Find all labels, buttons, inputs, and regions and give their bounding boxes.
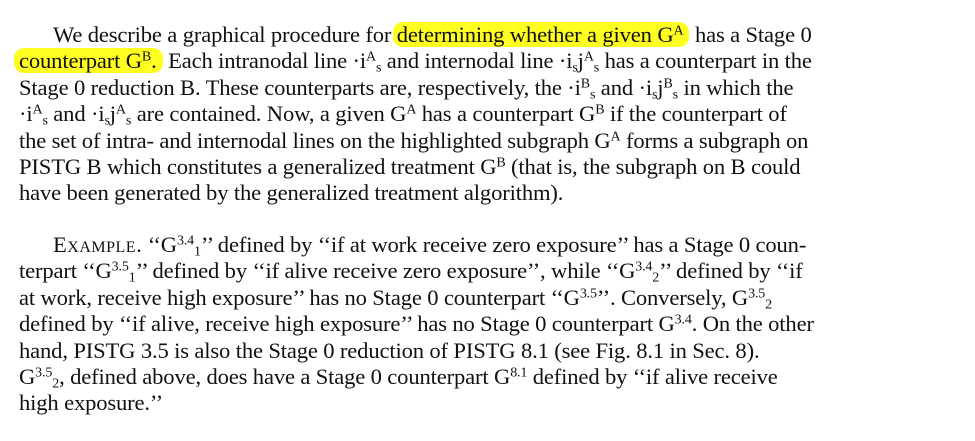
text-run: are contained. Now, a given G [131, 101, 407, 127]
highlighted-text: counterpart GB. [14, 48, 163, 74]
superscript: A [583, 49, 594, 65]
subscript: 1 [194, 244, 201, 260]
text-line: defined by ‘‘if alive, receive high expo… [19, 311, 959, 337]
text-run: in which the [677, 74, 794, 100]
text-line: counterpart GB. Each intranodal line ·iA… [14, 48, 959, 75]
superscript: B [141, 49, 152, 65]
text-run: ’’. Conversely, G [596, 284, 749, 310]
text-run: at work, receive high exposure’’ has no … [19, 284, 580, 310]
superscript: A [32, 102, 43, 118]
text-run: G [19, 364, 36, 390]
text-run: and ·i [595, 74, 652, 100]
text-run: and internodal line ·i [381, 48, 573, 74]
text-run: defined by ‘‘if alive, receive high expo… [19, 311, 675, 337]
text-run: , defined above, does have a Stage 0 cou… [59, 364, 511, 390]
text-line: terpart ‘‘G3.51’’ defined by ‘‘if alive … [19, 258, 959, 286]
example-label: Example. [53, 232, 143, 257]
document-page: We describe a graphical procedure for de… [0, 0, 975, 441]
text-line: Example. ‘‘G3.41’’ defined by ‘‘if at wo… [19, 232, 959, 260]
text-line: at work, receive high exposure’’ has no … [19, 284, 959, 313]
text-run: forms a subgraph on [620, 127, 809, 153]
subscript: 2 [765, 297, 772, 313]
superscript: A [115, 102, 126, 118]
text-line: Stage 0 reduction B. These counterparts … [19, 74, 959, 102]
text-line: G3.52, defined above, does have a Stage … [19, 364, 959, 391]
subscript: 1 [128, 270, 136, 286]
text-line: PISTG B which constitutes a generalized … [19, 154, 959, 180]
superscript: B [663, 76, 673, 92]
text-run: and ·i [47, 101, 105, 127]
superscript: A [610, 128, 621, 144]
superscript: 3.5 [579, 286, 597, 302]
superscript: B [580, 76, 590, 92]
text-run: (that is, the subgraph on B could [505, 154, 801, 180]
superscript: 3.5 [111, 259, 129, 275]
text-line: ·iAs and ·isjAs are contained. Now, a gi… [19, 101, 959, 128]
text-line: We describe a graphical procedure for de… [19, 22, 959, 48]
text-run: . [151, 48, 157, 74]
text-run: determining whether a given G [396, 22, 674, 47]
text-run: ’’ defined by ‘‘if [659, 258, 803, 284]
text-run: ’’ defined by ‘‘if at work receive zero … [200, 232, 807, 257]
text-run: Each intranodal line ·i [162, 48, 367, 74]
superscript: 3.4 [674, 312, 692, 328]
text-run: terpart ‘‘G [19, 258, 112, 284]
text-run: counterpart G [19, 48, 142, 74]
highlighted-text: determining whether a given GA [392, 22, 690, 47]
superscript: B [496, 155, 506, 171]
text-run: ’’ defined by ‘‘if alive receive zero ex… [135, 258, 636, 284]
text-run: has a counterpart G [416, 101, 596, 127]
text-run: Stage 0 reduction B. These counterparts … [19, 74, 581, 100]
text-run: We describe a graphical procedure for [53, 22, 397, 47]
text-run: the set of intra- and internodal lines o… [19, 127, 611, 153]
superscript: 3.5 [35, 365, 53, 381]
text-line: have been generated by the generalized t… [19, 180, 564, 206]
superscript: 3.5 [748, 286, 766, 302]
superscript: 3.4 [176, 233, 195, 249]
text-line: high exposure.’’ [19, 390, 163, 416]
superscript: A [406, 102, 417, 118]
text-run: has a counterpart in the [599, 48, 812, 74]
superscript: A [366, 49, 376, 65]
superscript: 8.1 [510, 365, 528, 381]
text-run: ‘‘G [142, 232, 177, 257]
text-run: PISTG B which constitutes a generalized … [19, 154, 497, 180]
paragraph-example: Example. ‘‘G3.41’’ defined by ‘‘if at wo… [19, 232, 959, 417]
superscript: A [673, 23, 684, 39]
text-run: . On the other [691, 311, 814, 337]
text-line: the set of intra- and internodal lines o… [19, 128, 959, 154]
text-run: if the counterpart of [604, 101, 787, 127]
text-run: defined by ‘‘if alive receive [527, 364, 778, 390]
text-line: hand, PISTG 3.5 is also the Stage 0 redu… [19, 337, 760, 363]
paragraph-graphical-procedure: We describe a graphical procedure for de… [14, 22, 959, 207]
text-run: ·i [19, 101, 33, 127]
text-run: has a Stage 0 [689, 22, 812, 47]
superscript: 3.4 [635, 259, 653, 275]
